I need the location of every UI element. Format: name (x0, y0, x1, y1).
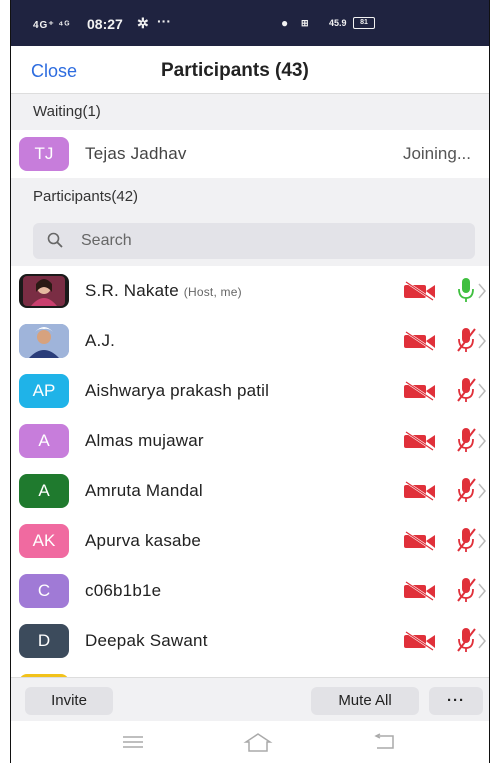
participant-row[interactable]: A Almas mujawar (11, 416, 489, 466)
video-off-icon (403, 281, 437, 301)
more-options-button[interactable]: ··· (429, 687, 483, 715)
system-nav-bar (11, 721, 489, 763)
participant-name: Aishwarya prakash patil (85, 381, 269, 401)
participant-name-text: Apurva kasabe (85, 531, 202, 550)
participant-row[interactable]: AP Aishwarya prakash patil (11, 366, 489, 416)
search-input[interactable]: Search (33, 223, 475, 259)
participant-name: A.J. (85, 331, 115, 351)
chevron-right-icon (477, 381, 487, 401)
chevron-right-icon (477, 481, 487, 501)
video-off-icon (403, 581, 437, 601)
app-frame: 4G⁺ ⁴ᴳ 08:27 ✲ ··· ● ⊞ 45.9 81 Close Par… (10, 0, 490, 763)
chevron-right-icon (477, 631, 487, 651)
participant-name-text: Aishwarya prakash patil (85, 381, 270, 400)
chevron-right-icon (477, 531, 487, 551)
mic-muted-icon (455, 476, 477, 504)
participant-name: Deepak Sawant (85, 631, 208, 651)
chevron-right-icon (477, 281, 487, 301)
mic-muted-icon (455, 626, 477, 654)
clock: 08:27 (87, 16, 123, 32)
avatar: A (19, 424, 69, 458)
participants-header: Close Participants (43) (11, 46, 489, 94)
participant-row[interactable]: Cc06b1b1e (11, 566, 489, 616)
mic-muted-icon (455, 576, 477, 604)
action-bar: Invite Mute All ··· (11, 677, 489, 721)
avatar: TJ (19, 137, 69, 171)
mic-muted-icon (455, 326, 477, 354)
participant-row[interactable]: A Amruta Mandal (11, 466, 489, 516)
avatar: D (19, 624, 69, 658)
avatar-photo (19, 324, 69, 358)
video-off-icon (403, 331, 437, 351)
search-bar-container: Search (11, 216, 489, 266)
participant-row[interactable]: AK Apurva kasabe (11, 516, 489, 566)
settings-notification-icon: ✲ (137, 15, 149, 31)
chevron-right-icon (477, 331, 487, 351)
avatar: A (19, 474, 69, 508)
mic-on-icon (455, 276, 477, 304)
video-off-icon (403, 381, 437, 401)
participant-name-text: S.R. Nakate (85, 281, 179, 300)
mute-all-button[interactable]: Mute All (311, 687, 419, 715)
participant-name-text: Deepak Sawant (85, 631, 208, 650)
status-bar: 4G⁺ ⁴ᴳ 08:27 ✲ ··· ● ⊞ 45.9 81 (11, 0, 489, 46)
participant-row[interactable]: A.J. (11, 316, 489, 366)
mic-muted-icon (455, 526, 477, 554)
participant-row[interactable]: S.R. Nakate (Host, me) (11, 266, 489, 316)
close-button[interactable]: Close (31, 61, 77, 82)
role-label: (Host, me) (183, 285, 242, 299)
waiting-row[interactable]: TJ Tejas Jadhav Joining... (11, 130, 489, 178)
alarm-icon: ● (281, 16, 289, 30)
avatar: C (19, 574, 69, 608)
waiting-section-header: Waiting(1) (11, 94, 489, 130)
avatar: AK (19, 524, 69, 558)
participants-section-header: Participants(42) (11, 178, 489, 216)
participant-name: Apurva kasabe (85, 531, 201, 551)
participant-name: Almas mujawar (85, 431, 204, 451)
participant-name-text: A.J. (85, 331, 116, 350)
video-off-icon (403, 481, 437, 501)
menu-nav-icon[interactable] (121, 735, 145, 749)
participant-name-text: c06b1b1e (85, 581, 162, 600)
home-nav-icon[interactable] (243, 731, 273, 753)
participant-name: S.R. Nakate (Host, me) (85, 281, 242, 301)
avatar: AP (19, 374, 69, 408)
more-notifications-icon: ··· (157, 13, 171, 29)
signal-icon: 4G⁺ ⁴ᴳ (33, 20, 71, 31)
video-off-icon (403, 531, 437, 551)
joining-status: Joining... (402, 144, 471, 163)
participant-name: c06b1b1e (85, 581, 161, 601)
volte-icon: ⊞ (301, 18, 309, 28)
search-icon (47, 232, 63, 248)
page-title: Participants (43) (161, 60, 309, 81)
mic-muted-icon (455, 376, 477, 404)
participant-name-text: Almas mujawar (85, 431, 204, 450)
avatar-photo (19, 274, 69, 308)
mic-muted-icon (455, 426, 477, 454)
video-off-icon (403, 431, 437, 451)
chevron-right-icon (477, 581, 487, 601)
participant-row-partial[interactable] (11, 666, 489, 677)
participant-name: Tejas Jadhav (85, 144, 187, 163)
back-nav-icon[interactable] (371, 733, 397, 751)
participant-row[interactable]: D Deepak Sawant (11, 616, 489, 666)
invite-button[interactable]: Invite (25, 687, 113, 715)
video-off-icon (403, 631, 437, 651)
participant-name-text: Amruta Mandal (85, 481, 203, 500)
participant-name: Amruta Mandal (85, 481, 203, 501)
chevron-right-icon (477, 431, 487, 451)
battery-icon: 81 (353, 17, 375, 29)
search-placeholder: Search (81, 232, 132, 249)
net-speed: 45.9 (329, 18, 347, 28)
